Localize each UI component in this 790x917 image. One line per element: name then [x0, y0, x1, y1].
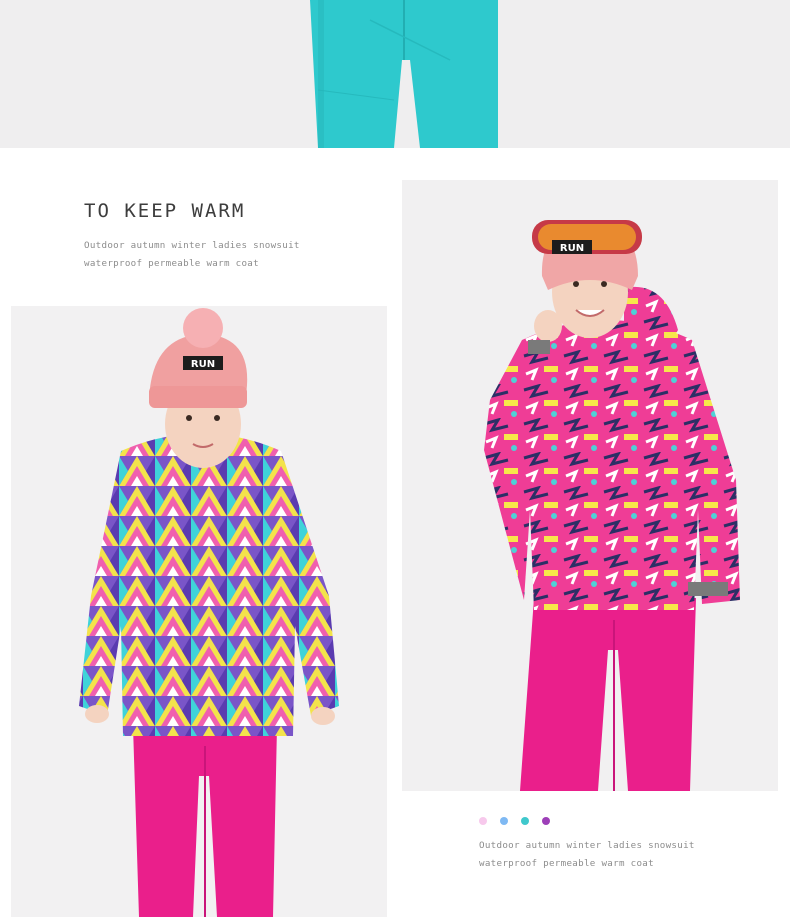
turquoise-pants-image: [310, 0, 498, 148]
product-caption-line-2: waterproof permeable warm coat: [479, 858, 654, 869]
top-banner-photo: [0, 0, 790, 148]
color-swatches: [479, 817, 550, 825]
color-swatch-blue[interactable]: [500, 817, 508, 825]
girl-pink-jacket-illustration: RUN: [484, 220, 740, 791]
product-caption-line-1: Outdoor autumn winter ladies snowsuit: [479, 840, 695, 851]
color-swatch-purple[interactable]: [542, 817, 550, 825]
product-photo-purple-jacket: RUN: [11, 306, 387, 917]
section-heading: TO KEEP WARM: [84, 200, 246, 222]
hat-logo-text: RUN: [191, 359, 215, 370]
product-caption-line-1: Outdoor autumn winter ladies snowsuit: [84, 240, 300, 251]
product-photo-pink-jacket: RUN: [402, 180, 778, 791]
color-swatch-light-pink[interactable]: [479, 817, 487, 825]
product-caption-line-2: waterproof permeable warm coat: [84, 258, 259, 269]
color-swatch-turquoise[interactable]: [521, 817, 529, 825]
hat-logo-text: RUN: [560, 243, 584, 254]
girl-purple-jacket-illustration: RUN: [79, 308, 339, 917]
